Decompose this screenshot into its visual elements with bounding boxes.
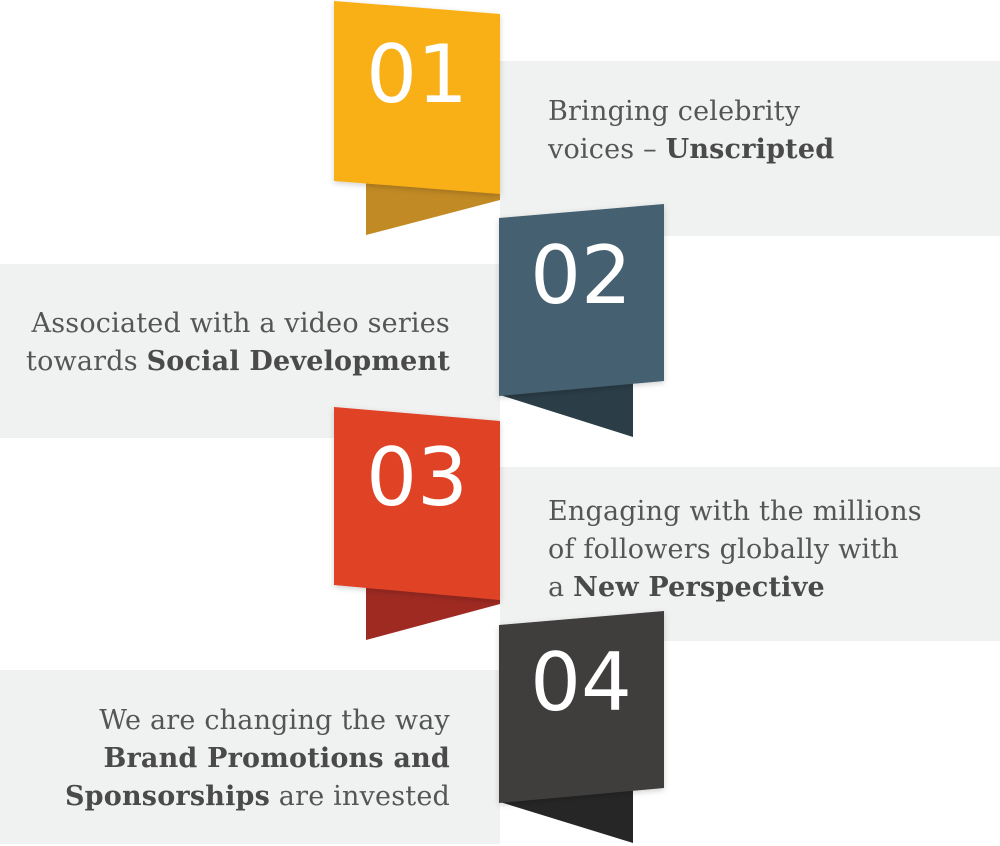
step-1-line-1: Bringing celebrity [548, 96, 801, 127]
step-1-line-2: voices – Unscripted [548, 134, 835, 165]
step-3-text: Engaging with the millions of followers … [548, 493, 922, 607]
step-1-text: Bringing celebrity voices – Unscripted [548, 93, 834, 169]
step-3-line-2: of followers globally with [548, 534, 899, 565]
step-2-number: 02 [530, 229, 632, 322]
step-2-text: Associated with a video series towards S… [26, 305, 450, 381]
step-2-ribbon: 02 [499, 204, 664, 437]
step-1-number: 01 [366, 28, 468, 121]
step-3-line-3: a New Perspective [548, 572, 825, 603]
step-4-line-1: We are changing the way [99, 705, 450, 736]
step-2-line-1: Associated with a video series [31, 308, 450, 339]
step-4-line-2: Brand Promotions and [103, 743, 450, 774]
step-3-line-1: Engaging with the millions [548, 496, 922, 527]
step-3-ribbon: 03 [334, 407, 500, 640]
step-4-text: We are changing the way Brand Promotions… [65, 702, 450, 816]
step-1-ribbon: 01 [334, 1, 500, 235]
step-4-number: 04 [530, 636, 632, 729]
step-2-line-2: towards Social Development [26, 346, 450, 377]
step-4-ribbon: 04 [499, 611, 664, 843]
step-3-number: 03 [366, 431, 468, 524]
step-4-line-3: Sponsorships are invested [64, 781, 450, 812]
